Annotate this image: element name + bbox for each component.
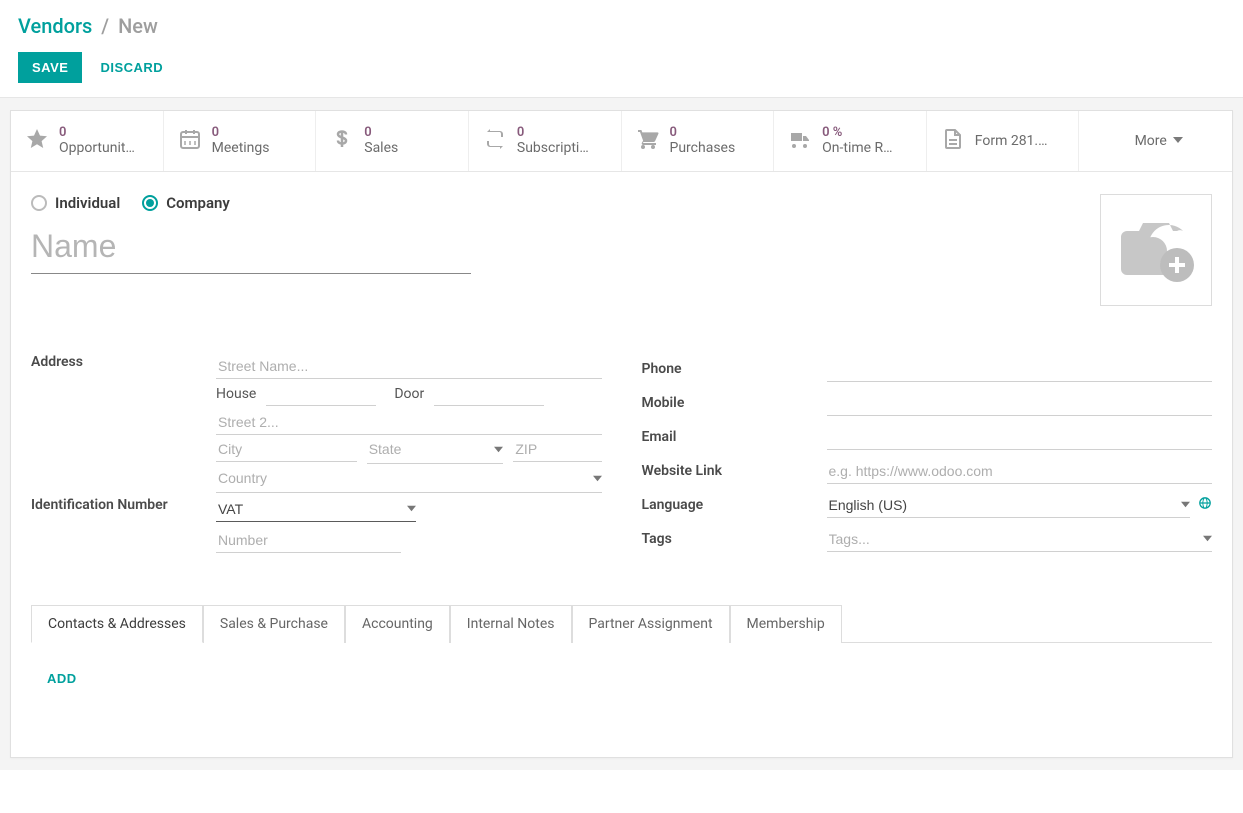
form-sheet: 0 Opportunit… 0 Meetings 0 S xyxy=(10,110,1233,758)
street2-input[interactable] xyxy=(216,410,602,435)
save-button[interactable]: SAVE xyxy=(18,52,82,83)
tab-accounting[interactable]: Accounting xyxy=(345,605,450,643)
chevron-down-icon xyxy=(1203,531,1212,547)
phone-input[interactable] xyxy=(827,357,1213,382)
file-icon xyxy=(941,127,965,155)
stat-meetings[interactable]: 0 Meetings xyxy=(164,111,317,171)
type-radio-group: Individual Company xyxy=(31,194,471,212)
chevron-down-icon xyxy=(1181,497,1190,513)
more-label: More xyxy=(1135,133,1167,149)
breadcrumb: Vendors / New xyxy=(0,0,1243,46)
label-mobile: Mobile xyxy=(642,395,827,411)
tab-sales-purchase[interactable]: Sales & Purchase xyxy=(203,605,345,643)
label-id-number: Identification Number xyxy=(31,497,216,513)
camera-plus-icon xyxy=(1115,215,1197,285)
chevron-down-icon xyxy=(593,471,602,487)
tab-internal-notes[interactable]: Internal Notes xyxy=(450,605,572,643)
label-email: Email xyxy=(642,429,827,445)
stat-count: 0 xyxy=(59,126,135,140)
stat-label: Purchases xyxy=(670,140,736,156)
refresh-icon xyxy=(483,127,507,155)
label-language: Language xyxy=(642,497,827,513)
stat-label: Meetings xyxy=(212,140,270,156)
label-door: Door xyxy=(394,386,424,402)
stat-opportunities[interactable]: 0 Opportunit… xyxy=(11,111,164,171)
tab-content: ADD xyxy=(31,642,1212,757)
id-type-select[interactable] xyxy=(216,497,403,521)
name-input[interactable] xyxy=(31,222,471,274)
chevron-down-icon xyxy=(407,501,416,517)
label-website: Website Link xyxy=(642,463,827,479)
label-address: Address xyxy=(31,354,216,370)
star-icon xyxy=(25,127,49,155)
radio-icon xyxy=(142,195,158,211)
breadcrumb-sep: / xyxy=(101,14,109,38)
door-input[interactable] xyxy=(434,381,544,406)
state-select[interactable] xyxy=(367,437,491,461)
house-input[interactable] xyxy=(266,381,376,406)
stat-label: Subscripti… xyxy=(517,140,589,156)
stat-more[interactable]: More xyxy=(1079,111,1232,171)
image-upload[interactable] xyxy=(1100,194,1212,306)
breadcrumb-root[interactable]: Vendors xyxy=(18,14,92,38)
stat-count: 0 % xyxy=(822,126,892,140)
label-tags: Tags xyxy=(642,531,827,547)
stat-form281[interactable]: Form 281.… xyxy=(927,111,1080,171)
stat-purchases[interactable]: 0 Purchases xyxy=(622,111,775,171)
tab-partner[interactable]: Partner Assignment xyxy=(572,605,730,643)
stat-count: 0 xyxy=(212,126,270,140)
truck-icon xyxy=(788,127,812,155)
tab-contacts[interactable]: Contacts & Addresses xyxy=(31,605,203,643)
country-select[interactable] xyxy=(216,466,589,490)
radio-label: Company xyxy=(166,194,230,212)
radio-individual[interactable]: Individual xyxy=(31,194,120,212)
cart-icon xyxy=(636,127,660,155)
breadcrumb-current: New xyxy=(118,14,158,38)
discard-button[interactable]: DISCARD xyxy=(100,60,163,75)
label-house: House xyxy=(216,386,256,402)
stat-count: 0 xyxy=(670,126,736,140)
city-input[interactable] xyxy=(216,437,357,462)
stat-label: Sales xyxy=(364,140,398,156)
radio-label: Individual xyxy=(55,194,120,212)
tab-membership[interactable]: Membership xyxy=(730,605,842,643)
globe-icon[interactable] xyxy=(1198,496,1212,514)
radio-icon xyxy=(31,195,47,211)
stat-count: 0 xyxy=(517,126,589,140)
email-input[interactable] xyxy=(827,425,1213,450)
stat-ontime[interactable]: 0 % On-time R… xyxy=(774,111,927,171)
stat-subscriptions[interactable]: 0 Subscripti… xyxy=(469,111,622,171)
street-input[interactable] xyxy=(216,354,602,379)
stat-label: Opportunit… xyxy=(59,140,135,156)
radio-company[interactable]: Company xyxy=(142,194,230,212)
chevron-down-icon xyxy=(494,442,503,458)
zip-input[interactable] xyxy=(513,437,601,462)
language-select[interactable] xyxy=(827,493,1178,517)
calendar-icon xyxy=(178,127,202,155)
stat-label: Form 281.… xyxy=(975,133,1048,149)
stat-sales[interactable]: 0 Sales xyxy=(316,111,469,171)
mobile-input[interactable] xyxy=(827,391,1213,416)
dollar-icon xyxy=(330,127,354,155)
stat-count: 0 xyxy=(364,126,398,140)
tab-bar: Contacts & Addresses Sales & Purchase Ac… xyxy=(31,604,1212,642)
stat-label: On-time R… xyxy=(822,140,892,156)
stat-row: 0 Opportunit… 0 Meetings 0 S xyxy=(11,111,1232,172)
chevron-down-icon xyxy=(1173,133,1183,149)
website-input[interactable] xyxy=(827,459,1213,484)
tags-input[interactable] xyxy=(827,527,1200,551)
add-button[interactable]: ADD xyxy=(47,671,77,686)
action-bar: SAVE DISCARD xyxy=(0,46,1243,97)
label-phone: Phone xyxy=(642,361,827,377)
id-number-input[interactable] xyxy=(216,528,401,553)
